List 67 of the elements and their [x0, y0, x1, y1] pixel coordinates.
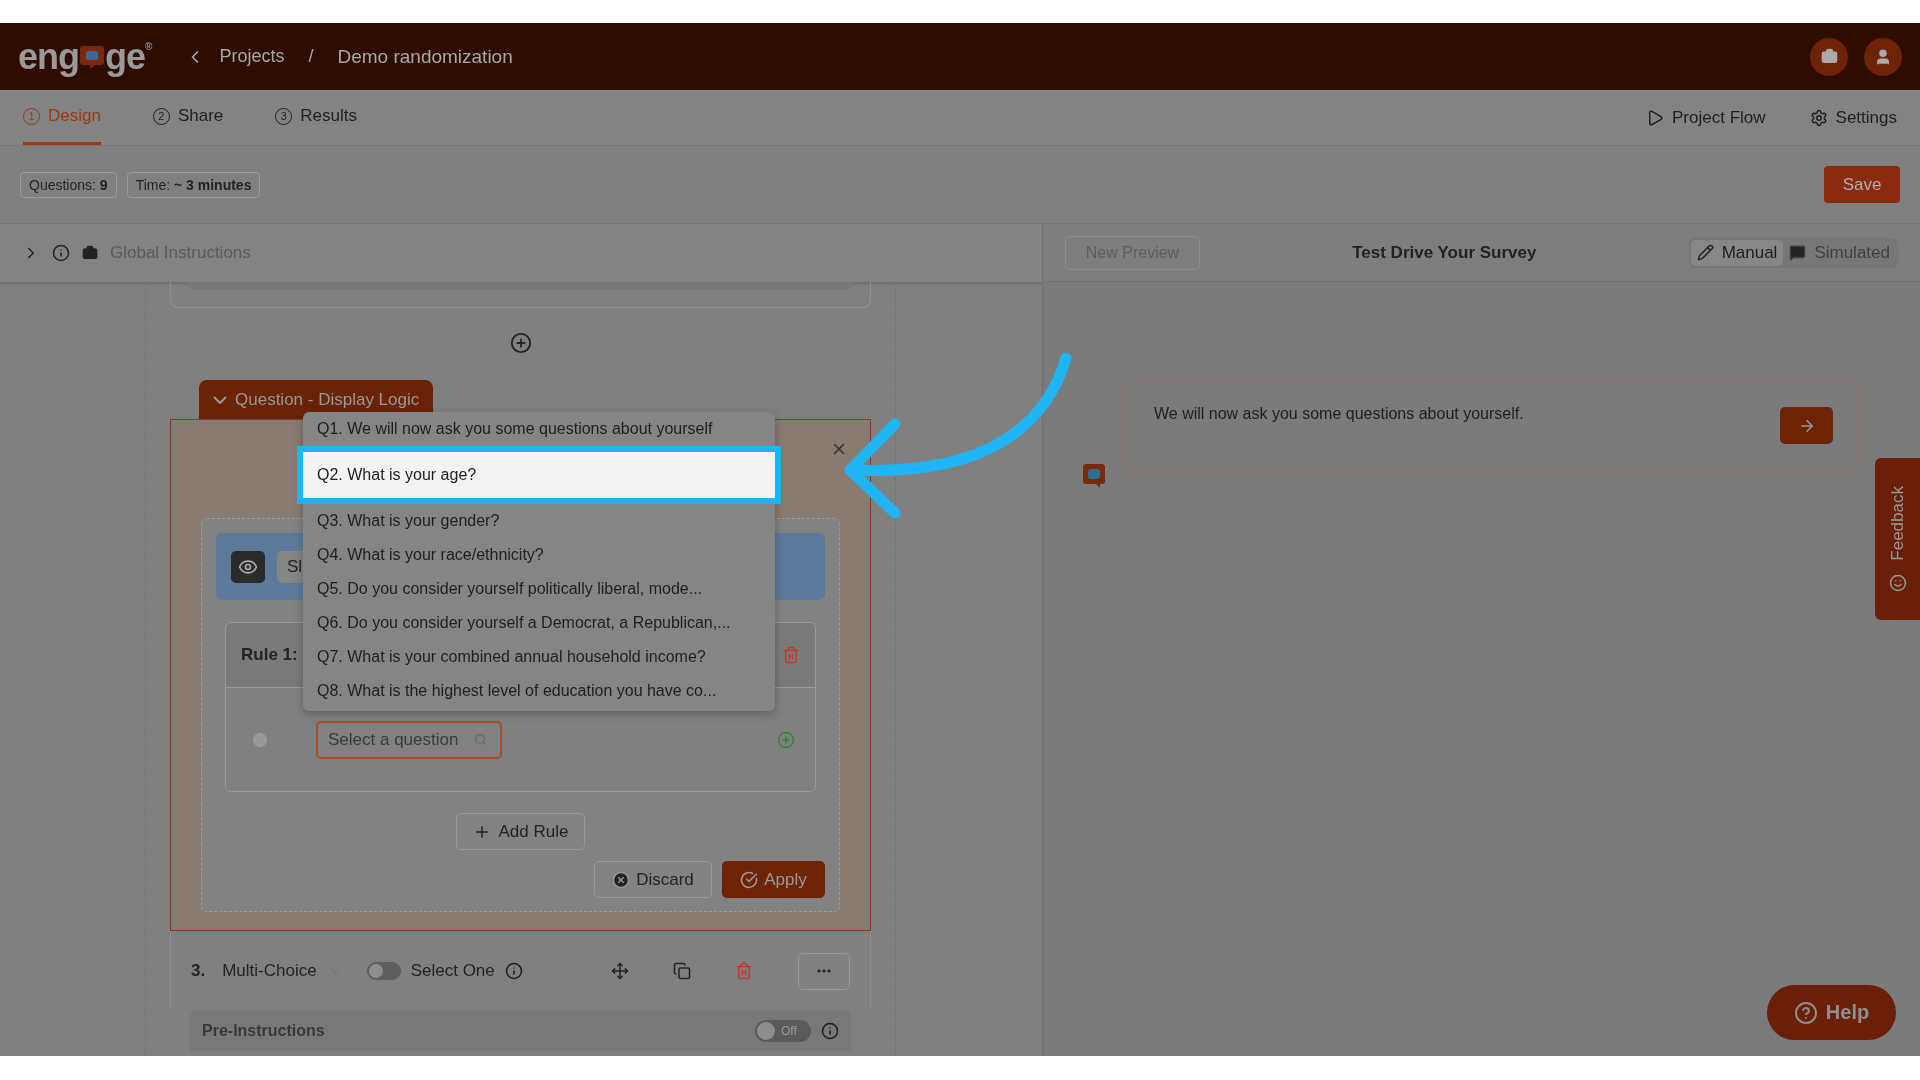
trash-icon — [734, 962, 753, 980]
add-rule-button[interactable]: Add Rule — [455, 813, 586, 850]
add-icon — [777, 730, 795, 749]
toggle-label: Select One — [410, 961, 495, 981]
next-button[interactable] — [1780, 407, 1833, 444]
settings-icon — [1809, 108, 1828, 127]
feedback-tab[interactable]: Feedback — [1875, 458, 1920, 620]
status-dot — [253, 732, 267, 747]
dropdown-option[interactable]: Q8. What is the highest level of education you have co... — [303, 674, 775, 708]
project-title: Demo randomization — [337, 45, 513, 68]
stat-chip: Questions: 9 — [20, 171, 117, 198]
pencil-icon — [1696, 244, 1714, 261]
smile-icon — [1888, 574, 1907, 593]
tab[interactable]: 3 Results — [275, 90, 357, 145]
user-button[interactable] — [1864, 37, 1902, 76]
chevron-icon — [213, 395, 227, 404]
search-icon — [474, 733, 487, 746]
logo-text: ge — [105, 38, 146, 75]
stat-chip: Time: ~ 3 minutes — [126, 171, 261, 198]
question-type-select[interactable]: Multi-Choice — [222, 961, 343, 981]
logo-text: eng — [18, 38, 79, 75]
play-icon — [1646, 108, 1665, 127]
help-button[interactable]: Help — [1767, 985, 1896, 1040]
toolbox-button[interactable] — [1810, 37, 1848, 76]
help-icon — [1793, 1000, 1818, 1025]
move-icon — [610, 962, 629, 980]
copy-button[interactable] — [672, 962, 691, 980]
add-icon[interactable] — [509, 332, 532, 354]
mode-toggle[interactable]: Manual — [1690, 239, 1784, 266]
dropdown-option[interactable]: Q7. What is your combined annual household income? — [303, 640, 775, 674]
apply-button[interactable]: Apply — [722, 861, 825, 898]
move-button[interactable] — [610, 962, 629, 980]
chat-icon — [1789, 244, 1807, 261]
rule-label: Rule 1: — [241, 645, 298, 665]
discard-button[interactable]: Discard — [594, 861, 712, 898]
trash-icon — [782, 646, 800, 664]
eye-button[interactable] — [231, 550, 265, 583]
question-number: 3. — [191, 961, 206, 981]
briefcase-icon — [82, 245, 98, 261]
user-icon — [1874, 47, 1892, 66]
question-input[interactable]: Select a question — [328, 729, 468, 750]
info-icon — [821, 1022, 839, 1040]
mode-toggle[interactable]: Simulated — [1783, 239, 1896, 266]
breadcrumb-link[interactable]: Projects — [219, 46, 285, 67]
bot-avatar-icon — [1083, 464, 1105, 488]
toggle-switch[interactable]: Off — [755, 1020, 811, 1042]
dropdown-option[interactable]: Q3. What is your gender? — [303, 504, 775, 538]
registered-mark: ® — [145, 40, 152, 52]
tab[interactable]: 2 Share — [152, 90, 224, 145]
briefcase-icon — [1820, 48, 1838, 65]
more-icon — [817, 969, 831, 973]
preview-title: Test Drive Your Survey — [1351, 242, 1538, 263]
save-button[interactable]: Save — [1824, 166, 1900, 203]
toggle-switch[interactable] — [366, 962, 401, 980]
breadcrumb-separator: / — [308, 46, 314, 67]
copy-icon — [672, 962, 691, 980]
section-label: Pre-Instructions — [202, 1022, 326, 1040]
chat-bubble-icon — [79, 43, 105, 70]
dropdown-option[interactable]: Q6. Do you consider yourself a Democrat, a Republican,... — [303, 606, 775, 640]
toolbar-link[interactable]: Settings — [1809, 90, 1897, 145]
check-circle-icon — [740, 870, 759, 889]
message-text: We will now ask you some questions about yourself. — [1154, 405, 1524, 423]
question-select-field[interactable]: Select a question — [316, 720, 502, 759]
info-icon — [504, 962, 523, 980]
close-circle-icon — [612, 870, 631, 889]
info-icon — [52, 244, 70, 262]
toolbar-link[interactable]: Project Flow — [1646, 90, 1766, 145]
